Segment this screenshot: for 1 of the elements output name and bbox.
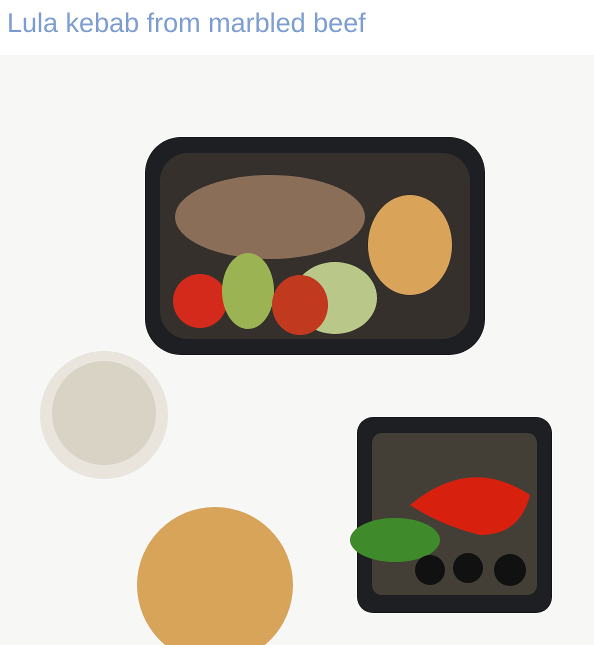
dish-subtitle: Lula kebab from marbled beef bbox=[7, 7, 367, 40]
